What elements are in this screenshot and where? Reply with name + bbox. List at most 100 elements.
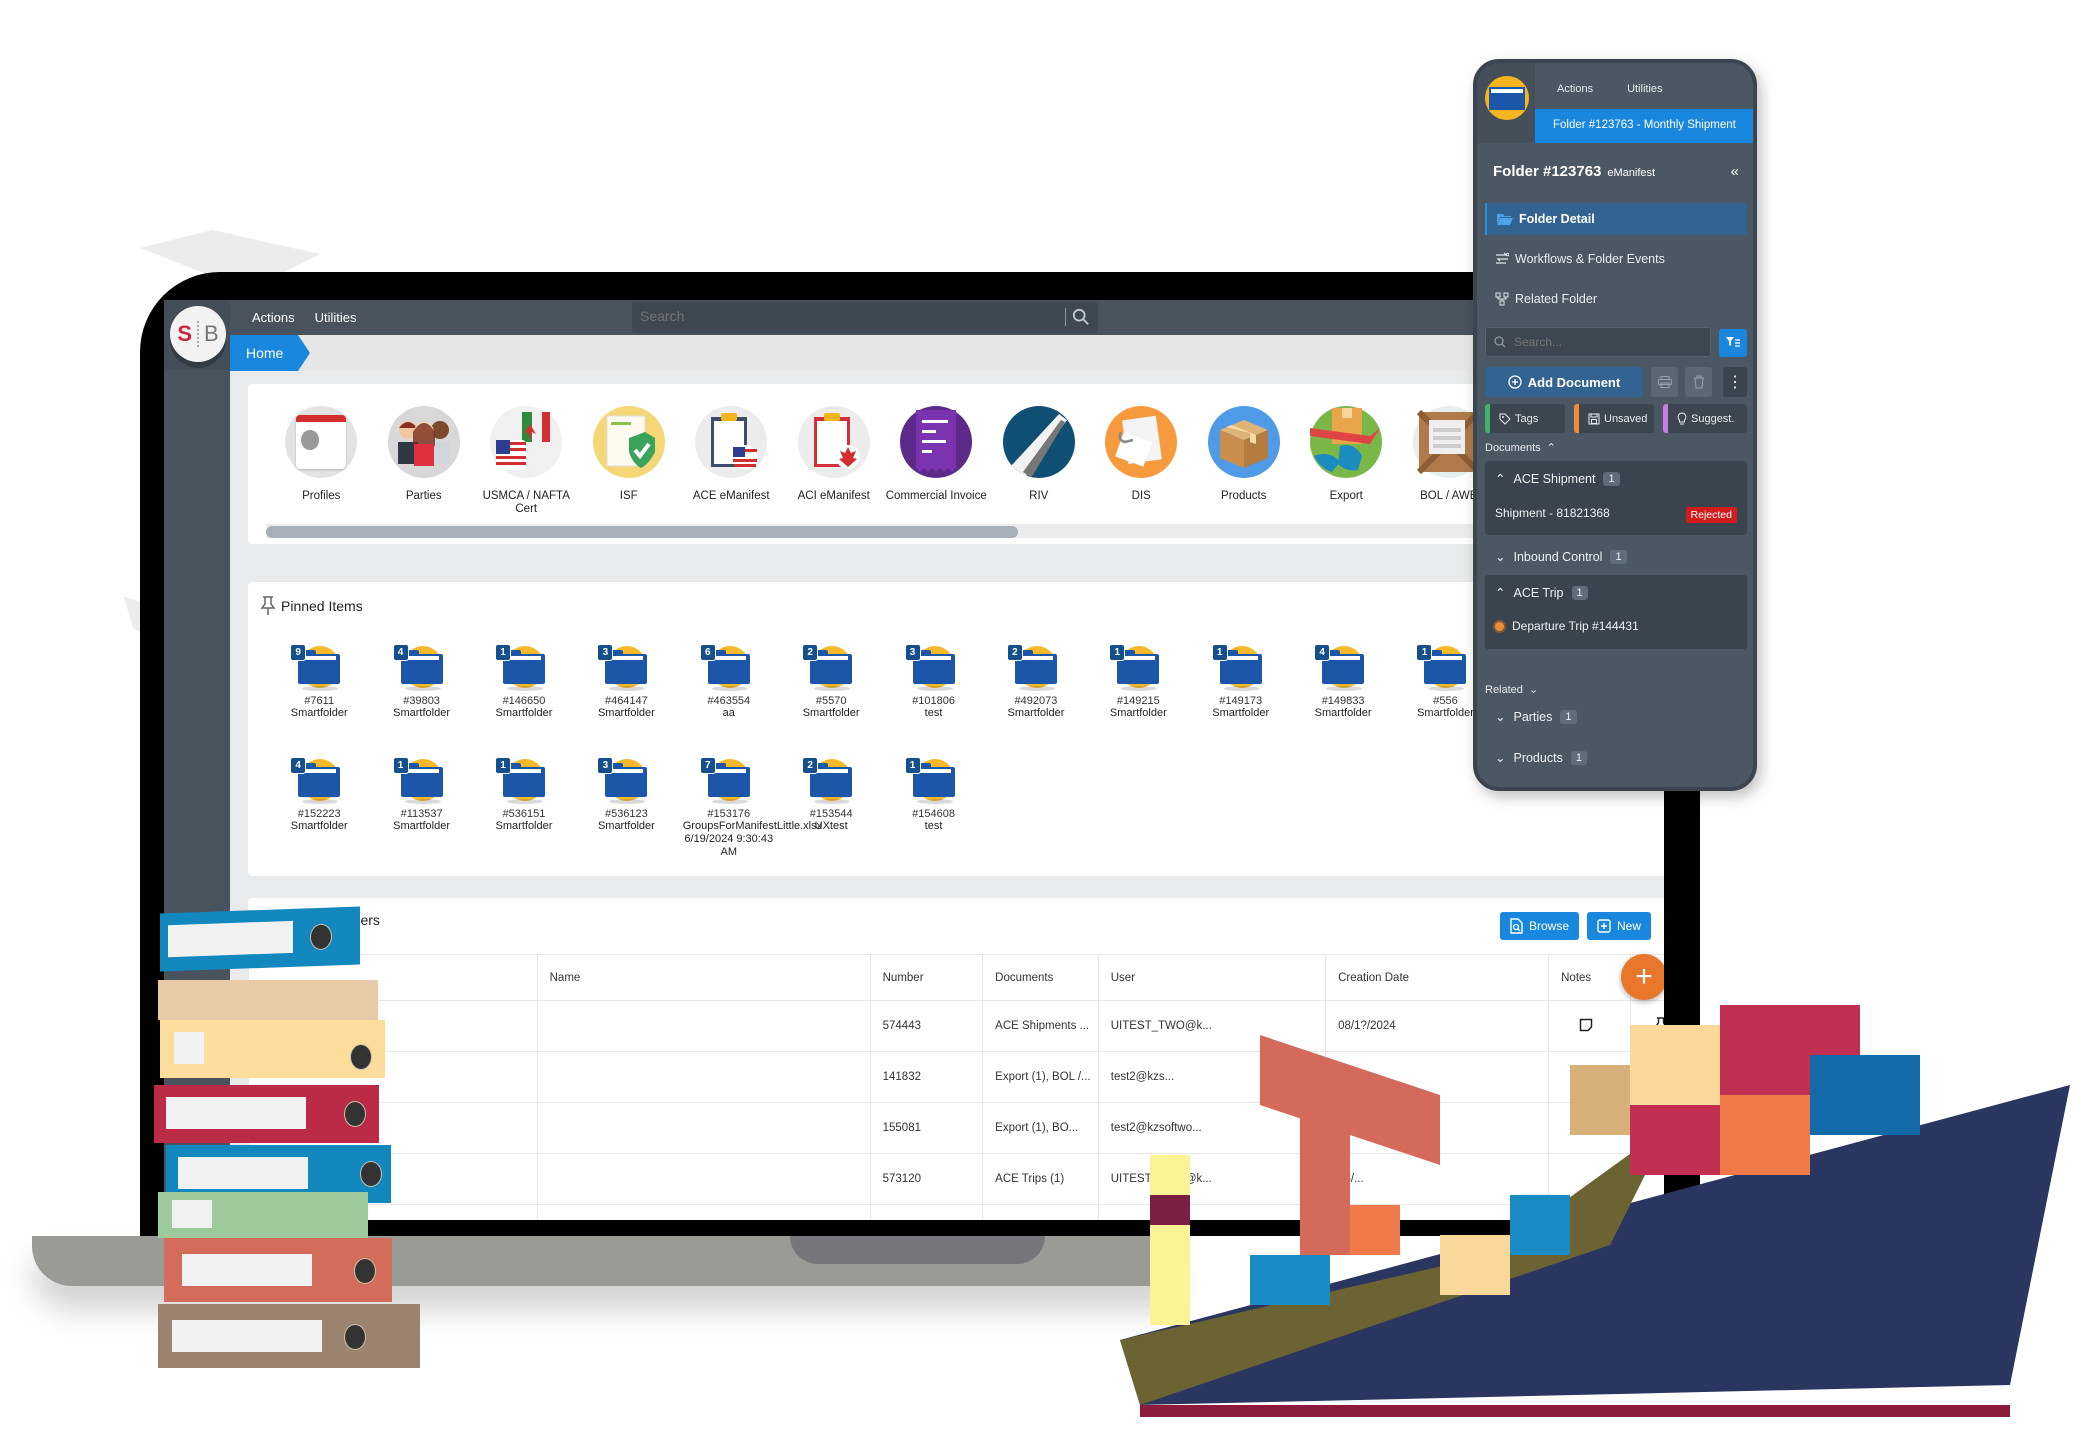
pinned-item-name: Smartfolder xyxy=(1007,707,1065,719)
suggest-chip[interactable]: Suggest. xyxy=(1663,404,1747,433)
nav-folder-detail[interactable]: Folder Detail xyxy=(1485,203,1747,235)
pinned-items-list: 9 #7611 Smartfolder 4 #39803 Smartfolder 1 #146… xyxy=(268,644,1664,872)
module-aci-emanifest[interactable]: ACI eManifest xyxy=(783,406,886,516)
pinned-item[interactable]: 1 #113537 Smartfolder xyxy=(370,757,472,872)
pinned-item[interactable]: 3 #464147 Smartfolder xyxy=(575,644,677,759)
group-count: 1 xyxy=(1571,585,1588,600)
add-document-label: Add Document xyxy=(1527,374,1621,390)
pinned-item[interactable]: 4 #152223 Smartfolder xyxy=(268,757,370,872)
pinned-item-number: #39803 xyxy=(403,695,440,707)
module-products[interactable]: Products xyxy=(1193,406,1296,516)
panel-menu-actions[interactable]: Actions xyxy=(1557,83,1593,95)
cell-documents: Export (1), BO... xyxy=(982,1102,1099,1154)
document-group-inbound-control[interactable]: ⌄ Inbound Control 1 xyxy=(1495,549,1627,564)
chevron-down-icon: ⌄ xyxy=(1495,710,1506,724)
status-dot-icon xyxy=(1495,621,1504,631)
logo-letter-s: S xyxy=(177,321,192,346)
pinned-item-number: #146650 xyxy=(502,695,546,707)
collapse-panel-icon[interactable]: « xyxy=(1731,163,1739,180)
pinned-item[interactable]: 1 #149215 Smartfolder xyxy=(1087,644,1189,759)
folder-logo-icon[interactable] xyxy=(1485,76,1529,120)
related-group-parties[interactable]: ⌄ Parties 1 xyxy=(1495,709,1577,724)
breadcrumb-home[interactable]: Home xyxy=(230,335,310,371)
group-label: Products xyxy=(1513,750,1563,765)
browse-button[interactable]: Browse xyxy=(1500,912,1580,940)
add-document-button[interactable]: Add Document xyxy=(1485,367,1643,397)
panel-menu-utilities[interactable]: Utilities xyxy=(1627,83,1662,95)
pinned-item[interactable]: 6 #463554 aa xyxy=(678,644,780,759)
module-riv[interactable]: RIV xyxy=(988,406,1091,516)
modules-scrollbar[interactable] xyxy=(266,526,1018,538)
pinned-item[interactable]: 1 #146650 Smartfolder xyxy=(473,644,575,759)
module-usmca[interactable]: USMCA / NAFTA Cert xyxy=(475,406,578,516)
filter-button[interactable] xyxy=(1719,329,1747,357)
related-group-products[interactable]: ⌄ Products 1 xyxy=(1495,750,1587,765)
pinned-item-name: UXtest xyxy=(814,820,848,832)
document-item[interactable]: Departure Trip #144431 xyxy=(1495,619,1639,633)
pinned-item[interactable]: 4 #39803 Smartfolder xyxy=(370,644,472,759)
related-section-toggle[interactable]: Related ⌄ xyxy=(1485,683,1538,697)
documents-section-toggle[interactable]: Documents ⌃ xyxy=(1485,441,1556,455)
unsaved-chip[interactable]: Unsaved xyxy=(1574,404,1654,433)
module-label: BOL / AWB xyxy=(1420,490,1478,502)
pinned-item[interactable]: 4 #149833 Smartfolder xyxy=(1292,644,1394,759)
document-item[interactable]: Shipment - 81821368 xyxy=(1495,506,1610,520)
column-documents[interactable]: Documents xyxy=(982,954,1099,1001)
pinned-item[interactable]: 1 #154608 test xyxy=(882,757,984,872)
invoice-receipt-icon xyxy=(900,406,973,486)
module-dis[interactable]: DIS xyxy=(1090,406,1193,516)
pinned-item[interactable]: 1 #536151 Smartfolder xyxy=(473,757,575,872)
delete-button[interactable] xyxy=(1685,367,1712,397)
folder-icon: 1 xyxy=(1211,644,1268,691)
global-search xyxy=(632,302,1098,333)
pinned-item[interactable]: 3 #536123 Smartfolder xyxy=(575,757,677,872)
group-header[interactable]: ⌃ ACE Trip 1 xyxy=(1495,585,1588,600)
tags-chip[interactable]: Tags xyxy=(1485,404,1565,433)
chevron-up-icon: ⌃ xyxy=(1495,472,1506,486)
more-options-icon[interactable]: ⋮ xyxy=(1723,367,1747,397)
pinned-item[interactable]: 9 #7611 Smartfolder xyxy=(268,644,370,759)
pinned-item[interactable]: 2 #5570 Smartfolder xyxy=(780,644,882,759)
group-header[interactable]: ⌃ ACE Shipment 1 xyxy=(1495,471,1620,486)
module-label: Products xyxy=(1221,490,1267,502)
chevron-up-icon: ⌃ xyxy=(1495,586,1506,600)
module-isf[interactable]: ISF xyxy=(578,406,681,516)
nav-workflows[interactable]: Workflows & Folder Events xyxy=(1485,243,1747,275)
column-number[interactable]: Number xyxy=(869,954,984,1001)
cell-number: 155081 xyxy=(869,1102,984,1154)
module-export[interactable]: Export xyxy=(1295,406,1398,516)
module-commercial-invoice[interactable]: Commercial Invoice xyxy=(885,406,988,516)
menu-utilities[interactable]: Utilities xyxy=(315,310,357,325)
modules-card: Profiles Parties USMCA / NAFTA Cert ISF xyxy=(248,384,1664,544)
clipboard-us-flag-icon xyxy=(695,406,768,486)
new-button[interactable]: New xyxy=(1587,912,1652,940)
module-ace-emanifest[interactable]: ACE eManifest xyxy=(680,406,783,516)
pinned-item-name: aa xyxy=(722,707,735,719)
pinned-item[interactable]: 1 #149173 Smartfolder xyxy=(1190,644,1292,759)
globe-package-icon xyxy=(1310,406,1383,486)
pinned-item[interactable]: 7 #153176 GroupsForManifestLittle.xlsx 6/1… xyxy=(678,757,822,872)
document-count-badge: 9 xyxy=(290,644,307,661)
module-profiles[interactable]: Profiles xyxy=(270,406,373,516)
pinned-item[interactable]: 2 #153544 UXtest xyxy=(780,757,882,872)
search-icon[interactable] xyxy=(1072,308,1090,326)
cell-name xyxy=(536,1153,871,1205)
pinned-item[interactable]: 3 #101806 test xyxy=(882,644,984,759)
search-input[interactable] xyxy=(640,308,1060,324)
folder-icon: 4 xyxy=(290,757,346,804)
app-logo[interactable]: S B xyxy=(170,306,226,362)
nav-related-folder[interactable]: Related Folder xyxy=(1485,283,1747,315)
group-label: ACE Shipment xyxy=(1513,471,1596,486)
module-parties[interactable]: Parties xyxy=(373,406,476,516)
pinned-items-header: Pinned Items xyxy=(260,596,363,616)
module-label: Profiles xyxy=(302,490,341,502)
document-search-input[interactable] xyxy=(1514,335,1694,349)
folder-title: Folder #123763 eManifest xyxy=(1493,163,1655,180)
pinned-item[interactable]: 2 #492073 Smartfolder xyxy=(985,644,1087,759)
print-button[interactable] xyxy=(1651,367,1678,397)
panel-breadcrumb[interactable]: Folder #123763 - Monthly Shipment xyxy=(1535,109,1753,143)
column-name[interactable]: Name xyxy=(536,954,871,1001)
logo-divider xyxy=(197,321,199,347)
menu-actions[interactable]: Actions xyxy=(252,310,295,325)
cell-number: 574312 xyxy=(869,1204,984,1220)
